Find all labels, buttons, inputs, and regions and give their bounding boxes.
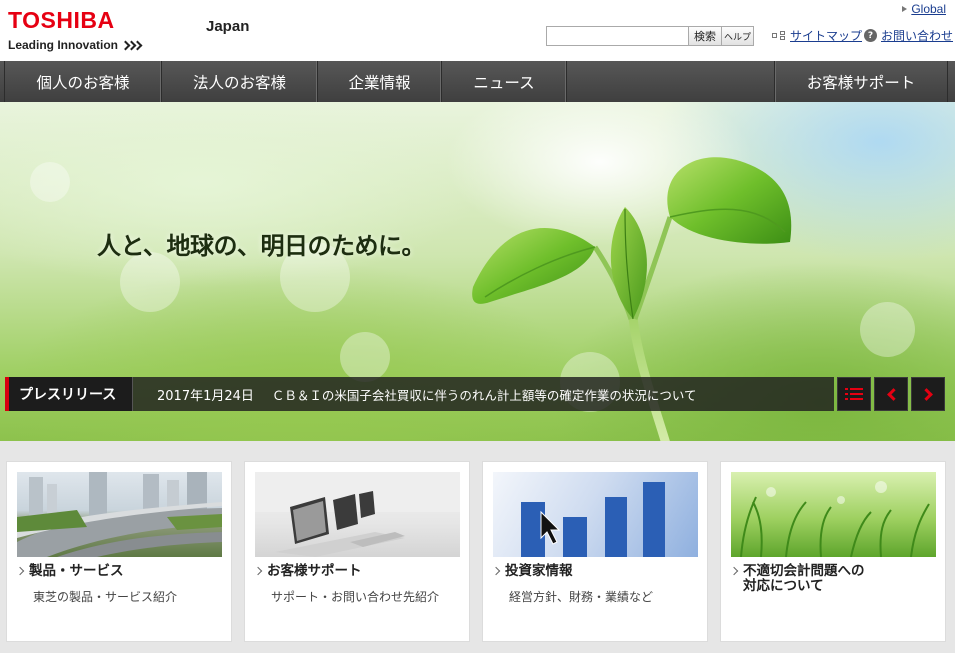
card-title-line: 対応について [743,578,824,594]
card-subtitle: サポート・お問い合わせ先紹介 [271,590,440,604]
global-link-wrap: Global [902,2,946,16]
search-input[interactable] [546,26,688,46]
chevron-left-icon [886,387,900,401]
hero-tagline: 人と、地球の、明日のために。 [97,231,426,260]
card-title[interactable]: お客様サポート [253,563,362,579]
card-subtitle: 東芝の製品・サービス紹介 [33,590,178,604]
card-support[interactable]: お客様サポート サポート・お問い合わせ先紹介 [244,461,470,642]
card-title[interactable]: 製品・サービス [15,563,124,579]
nav-item-support[interactable]: お客様サポート [774,61,948,102]
grass-image [731,472,936,557]
press-release-title[interactable]: ＣＢ＆Ｉの米国子会社買収に伴うのれん計上額等の確定作業の状況について [272,385,697,404]
chevron-right-icon [729,566,739,576]
triangle-right-icon [902,6,908,12]
search-box: 検索 ヘルプ [546,26,754,46]
press-next-button[interactable] [911,377,945,411]
bokeh-light [30,162,70,202]
tagline-text: Leading Innovation [8,38,118,52]
card-title-line: 不適切会計問題への [743,563,865,579]
press-prev-button[interactable] [874,377,908,411]
feature-cards: 製品・サービス 東芝の製品・サービス紹介 お客様サポート サポート・お問い合わせ… [0,441,955,653]
card-accounting-issue[interactable]: 不適切会計問題への 対応について [720,461,946,642]
card-title-text: 投資家情報 [505,563,573,579]
region-label: Japan [206,18,250,35]
nav-edge [948,61,955,102]
contact-link-wrap: ? お問い合わせ [864,27,953,44]
toshiba-logo[interactable]: TOSHIBA Leading Innovation [8,7,143,52]
hero-banner[interactable]: 人と、地球の、明日のために。 プレスリリース 2017年1月24日 ＣＢ＆Ｉの米… [0,102,955,441]
chevron-right-icon [15,566,25,576]
bokeh-light [860,302,915,357]
press-list-button[interactable] [837,377,871,411]
contact-link[interactable]: お問い合わせ [881,27,953,44]
press-release-label: プレスリリース [5,377,133,411]
search-button[interactable]: 検索 [688,26,722,46]
help-button[interactable]: ヘルプ [722,26,754,46]
nav-item-business[interactable]: 法人のお客様 [162,61,318,102]
card-subtitle: 経営方針、財務・業績など [509,590,654,604]
nav-item-personal[interactable]: 個人のお客様 [5,61,162,102]
card-title[interactable]: 投資家情報 [491,563,573,579]
investor-image [493,472,698,557]
sitemap-icon [772,30,786,41]
logo-tagline: Leading Innovation [8,38,143,52]
sitemap-link-wrap: サイトマップ [772,27,862,44]
logo-wordmark: TOSHIBA [8,7,115,33]
list-icon [845,387,863,401]
nav-item-news[interactable]: ニュース [442,61,567,102]
press-release-bar[interactable]: プレスリリース 2017年1月24日 ＣＢ＆Ｉの米国子会社買収に伴うのれん計上額… [5,377,834,411]
question-icon: ? [864,29,877,42]
chevron-right-icon [253,566,263,576]
nav-item-corporate[interactable]: 企業情報 [318,61,442,102]
card-products[interactable]: 製品・サービス 東芝の製品・サービス紹介 [6,461,232,642]
sitemap-link[interactable]: サイトマップ [790,27,862,44]
card-investor[interactable]: 投資家情報 経営方針、財務・業績など [482,461,708,642]
card-title-text: 不適切会計問題への 対応について [743,564,865,594]
card-title-text: お客様サポート [267,563,362,579]
bokeh-light [340,332,390,382]
bokeh-light [120,252,180,312]
global-link[interactable]: Global [911,2,946,16]
card-title-text: 製品・サービス [29,563,124,579]
chevron-right-icon [491,566,501,576]
support-image [255,472,460,557]
chevrons-icon [120,40,143,50]
global-nav: 個人のお客様 法人のお客様 企業情報 ニュース お客様サポート [0,61,955,102]
header: TOSHIBA Leading Innovation Japan Global … [0,0,955,61]
press-release-date: 2017年1月24日 [157,388,254,404]
card-title[interactable]: 不適切会計問題への 対応について [729,564,865,594]
chevron-right-icon [919,387,933,401]
products-image [17,472,222,557]
